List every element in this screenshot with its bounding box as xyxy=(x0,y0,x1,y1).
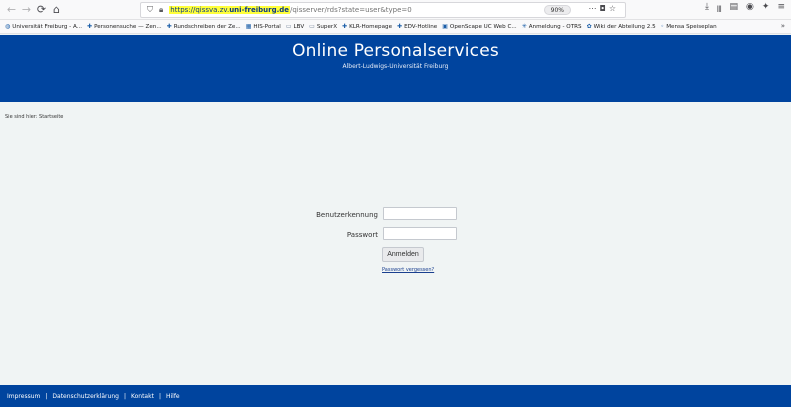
bookmark-icon: ✿ xyxy=(586,23,592,30)
footer-link-impressum[interactable]: Impressum xyxy=(7,393,40,400)
shield-icon[interactable]: ⛉ xyxy=(147,5,153,15)
toolbar-right-icons: ⤓ 𝍫 ▤ ◉ ✦ ≡ xyxy=(705,2,785,18)
zoom-indicator[interactable]: 90% xyxy=(543,5,571,15)
forgot-password-link[interactable]: Passwort vergessen? xyxy=(382,267,434,273)
more-actions-icon[interactable]: ⋯ xyxy=(589,4,600,13)
globe-icon: ◍ xyxy=(5,23,11,30)
sidebar-icon[interactable]: ▤ xyxy=(730,2,739,18)
bookmark-icon: ▣ xyxy=(442,23,448,30)
bookmark-item[interactable]: ✚ EDV-Hotline xyxy=(397,23,437,30)
bookmarks-bar: ◍ Universität Freiburg - A... ✚ Personensu… xyxy=(0,20,791,34)
address-bar[interactable]: ⛉ 🔒︎ https://qissva.zv.uni-freiburg.de/q… xyxy=(140,2,626,18)
username-label: Benutzerkennung xyxy=(316,211,378,219)
password-input[interactable] xyxy=(383,227,457,240)
bookmark-icon: ✚ xyxy=(87,23,93,30)
bookmark-star-icon[interactable]: ☆ xyxy=(609,4,619,13)
footer-separator: | xyxy=(158,392,161,400)
bookmarks-overflow-icon[interactable]: » xyxy=(781,22,785,30)
page-actions: ⋯◘☆ xyxy=(589,4,620,13)
bookmark-item[interactable]: ✚ Personensuche — Zen... xyxy=(87,23,162,30)
bookmark-folder[interactable]: ▭ LBV xyxy=(286,23,304,30)
folder-icon: ▭ xyxy=(309,23,315,30)
folder-icon: ▭ xyxy=(285,23,292,30)
url-text[interactable]: https://qissva.zv.uni-freiburg.de/qisser… xyxy=(169,6,412,14)
login-button[interactable]: Anmelden xyxy=(382,247,424,262)
bookmark-icon: ✚ xyxy=(397,23,403,30)
downloads-icon[interactable]: ⤓ xyxy=(705,2,709,18)
bookmark-item[interactable]: ✿ Wiki der Abteilung 2.5 xyxy=(587,23,656,30)
bookmark-item[interactable]: ✚ KLR-Homepage xyxy=(342,23,392,30)
bookmark-icon: ✚ xyxy=(342,23,348,30)
bookmark-item[interactable]: ▣ OpenScape UC Web C... xyxy=(442,23,516,30)
bookmark-item[interactable]: ◍ Universität Freiburg - A... xyxy=(5,23,82,30)
back-icon[interactable]: ← xyxy=(4,2,19,18)
bookmark-folder[interactable]: ▭ SuperX xyxy=(309,23,337,30)
password-label: Passwort xyxy=(346,231,378,239)
menu-icon[interactable]: ≡ xyxy=(777,2,785,18)
site-footer: Impressum | Datenschutzerklärung | Konta… xyxy=(0,385,791,407)
library-icon[interactable]: 𝍫 xyxy=(717,2,722,18)
login-form: Benutzerkennung Passwort Anmelden Passwo… xyxy=(0,35,791,407)
bookmark-icon: ▦ xyxy=(245,23,252,30)
reload-icon[interactable]: ⟳ xyxy=(34,2,49,18)
footer-separator: | xyxy=(123,392,126,400)
bookmark-icon: ✚ xyxy=(166,23,172,30)
page-content: Online Personalservices Albert-Ludwigs-U… xyxy=(0,35,791,407)
footer-link-contact[interactable]: Kontakt xyxy=(131,393,154,400)
lock-icon[interactable]: 🔒︎ xyxy=(159,5,163,15)
username-input[interactable] xyxy=(383,207,457,220)
url-host: https://qissva.zv.uni-freiburg.de xyxy=(169,6,290,14)
bookmark-icon: ✳ xyxy=(521,23,527,30)
browser-toolbar: ← → ⟳ ⌂ ⛉ 🔒︎ https://qissva.zv.uni-freib… xyxy=(0,0,791,20)
forward-icon[interactable]: → xyxy=(19,2,34,18)
bookmark-item[interactable]: ▦ HIS-Portal xyxy=(246,23,281,30)
footer-link-help[interactable]: Hilfe xyxy=(166,393,180,400)
url-path: /qisserver/rds?state=user&type=0 xyxy=(290,6,412,14)
footer-separator: | xyxy=(45,392,48,400)
bookmark-item[interactable]: ✳ Anmeldung - OTRS xyxy=(522,23,582,30)
pocket-icon[interactable]: ◘ xyxy=(600,4,609,13)
bookmark-item[interactable]: ✚ Rundschreiben der Ze... xyxy=(167,23,241,30)
bookmark-item[interactable]: ◦ Mensa Speiseplan xyxy=(661,23,717,30)
home-icon[interactable]: ⌂ xyxy=(49,2,64,18)
footer-link-privacy[interactable]: Datenschutzerklärung xyxy=(52,393,119,400)
extension-icon[interactable]: ◉ xyxy=(746,2,754,18)
addon-icon[interactable]: ✦ xyxy=(762,2,770,18)
bookmark-icon: ◦ xyxy=(660,23,665,30)
